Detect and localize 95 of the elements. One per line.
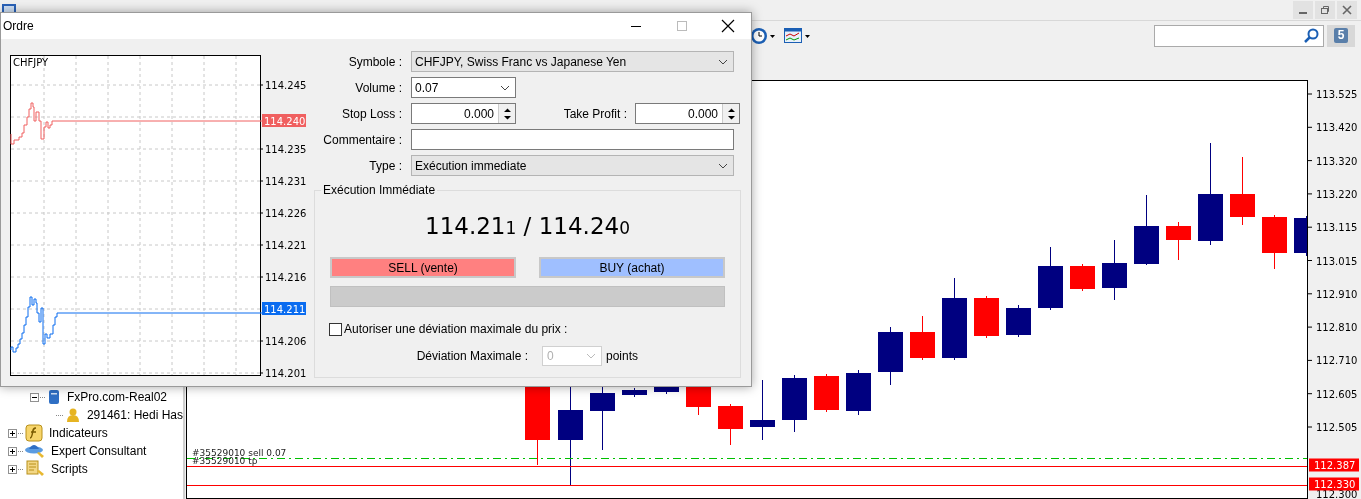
checkbox[interactable] xyxy=(329,322,342,336)
minimize-button[interactable] xyxy=(1293,1,1313,19)
clock-icon[interactable] xyxy=(750,26,776,45)
symbol-label: CHFJPY xyxy=(13,57,49,68)
field-label: Symbole : xyxy=(347,54,402,69)
expander-icon[interactable] xyxy=(30,392,39,402)
price-label: 114.221 xyxy=(265,240,307,251)
candle xyxy=(654,384,679,395)
field-label: Commentaire : xyxy=(322,132,402,147)
price-label: 112.810 xyxy=(1316,322,1358,334)
price-label: 112.505 xyxy=(1316,422,1358,433)
group-title: Exécution Immédiate xyxy=(321,183,438,197)
price-label: 113.015 xyxy=(1316,255,1358,267)
price-tag: 112.387 xyxy=(1309,458,1359,472)
price-label: 112.710 xyxy=(1316,355,1358,367)
candle xyxy=(1294,215,1307,257)
price-label: 112.300 xyxy=(1316,489,1358,499)
expander-icon[interactable] xyxy=(8,428,17,438)
unit-label: points xyxy=(606,349,639,363)
price-label: 114.245 xyxy=(265,80,307,91)
chevron-icon[interactable] xyxy=(718,162,728,169)
candle xyxy=(846,369,871,416)
tree-item[interactable]: 291461: Hedi Has xyxy=(86,408,183,422)
order-label: #35529010 tp xyxy=(192,456,258,466)
stop-loss-field[interactable]: 0.000 xyxy=(411,103,516,124)
chart-window-icon[interactable] xyxy=(784,26,812,45)
price-label: 113.320 xyxy=(1316,155,1358,167)
price-label: 113.220 xyxy=(1316,188,1358,200)
hat-icon xyxy=(25,442,45,460)
expander-icon[interactable] xyxy=(8,464,17,474)
tree-item[interactable]: FxPro.com-Real02 xyxy=(67,390,168,404)
candle xyxy=(686,384,711,416)
checkbox-label[interactable]: Autoriser une déviation maximale du prix : xyxy=(344,322,568,336)
symbol-dropdown[interactable]: CHFJPY, Swiss Franc vs Japanese Yen xyxy=(411,51,734,72)
price-label: 114.231 xyxy=(265,176,307,187)
maximize-icon xyxy=(676,20,688,32)
expander-icon[interactable] xyxy=(8,446,17,456)
candle xyxy=(974,295,999,339)
price-label: 114.206 xyxy=(265,336,307,347)
volume-dropdown[interactable]: 0.07 xyxy=(411,77,516,98)
candle xyxy=(1070,263,1095,292)
indicator-icon xyxy=(25,424,43,442)
price-label: 114.201 xyxy=(265,368,307,379)
tree-item[interactable]: Scripts xyxy=(51,462,88,476)
price-label: 113.115 xyxy=(1316,222,1358,234)
price-label: 114.226 xyxy=(265,208,307,219)
price-tag: 114.211 xyxy=(262,302,306,315)
price-tag: 114.240 xyxy=(262,114,306,127)
price-label: 113.420 xyxy=(1316,122,1358,134)
close-icon[interactable] xyxy=(721,19,735,33)
restore-icon[interactable] xyxy=(1320,5,1330,15)
price-tag: 112.330 xyxy=(1309,477,1359,491)
search-field[interactable] xyxy=(1154,24,1324,47)
candle xyxy=(910,315,935,361)
scroll-icon xyxy=(25,460,45,478)
field-label: Take Profit : xyxy=(563,106,627,121)
restore-button[interactable] xyxy=(1315,1,1335,19)
close-button[interactable] xyxy=(1337,1,1357,19)
price-label: 113.525 xyxy=(1316,89,1358,100)
candle xyxy=(878,326,903,386)
candle xyxy=(1262,214,1287,270)
candle xyxy=(1134,194,1159,266)
field-label: Volume : xyxy=(354,80,402,95)
comment-field[interactable] xyxy=(411,129,734,150)
candle xyxy=(782,374,807,433)
order-label: #35529010 sell 0.07 xyxy=(192,448,287,458)
candle xyxy=(718,403,743,446)
price-label: 112.910 xyxy=(1316,288,1358,300)
field-label: Type : xyxy=(368,158,402,173)
price-label: 112.605 xyxy=(1316,388,1358,400)
tree-item[interactable]: Indicateurs xyxy=(49,426,108,440)
candle xyxy=(814,373,839,413)
candle xyxy=(622,387,647,398)
chevron-icon[interactable] xyxy=(718,58,728,65)
candle xyxy=(1038,246,1063,311)
field-label: Déviation Maximale : xyxy=(415,349,528,363)
user-icon xyxy=(64,407,81,423)
candle xyxy=(750,379,775,441)
price-label: 114.216 xyxy=(265,272,307,283)
search-icon[interactable] xyxy=(1303,27,1319,44)
candle xyxy=(1102,239,1127,301)
buy-button[interactable]: BUY (achat) xyxy=(539,257,725,278)
type-dropdown[interactable]: Exécution immediate xyxy=(411,155,734,176)
candle xyxy=(1166,221,1191,261)
tree-item[interactable]: Expert Consultant xyxy=(51,444,147,458)
notification-button[interactable]: 5 xyxy=(1327,24,1355,47)
field-label: Stop Loss : xyxy=(340,106,402,121)
price-label: 114.235 xyxy=(265,144,307,155)
window-title: Ordre xyxy=(3,19,35,33)
chevron-icon[interactable] xyxy=(500,84,510,91)
candle xyxy=(1006,304,1031,338)
take-profit-field[interactable]: 0.000 xyxy=(635,103,740,124)
sell-button[interactable]: SELL (vente) xyxy=(330,257,516,278)
candle xyxy=(1230,156,1255,226)
server-icon xyxy=(47,389,61,405)
